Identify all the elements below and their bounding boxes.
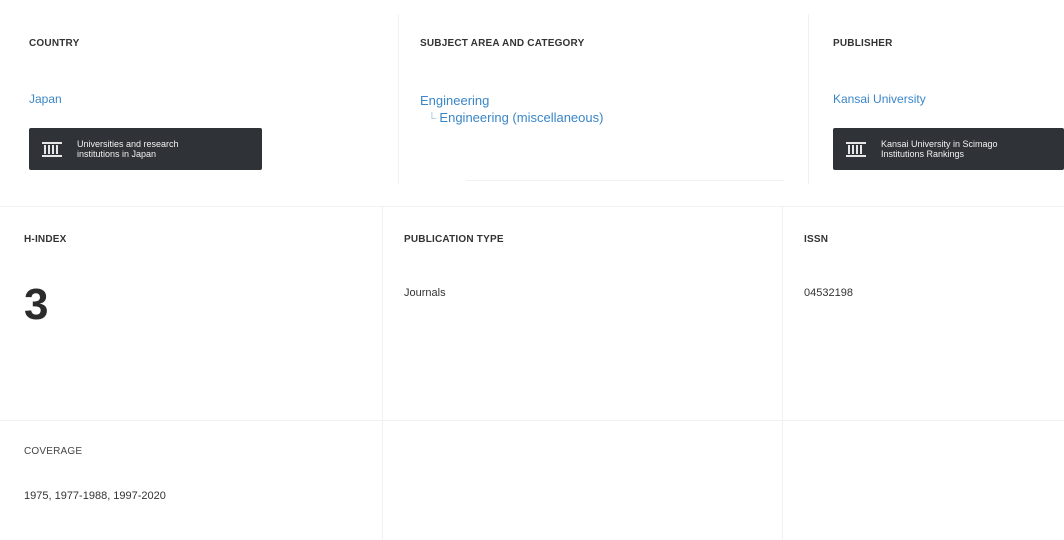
issn-value: 04532198 — [804, 287, 853, 299]
divider — [398, 14, 399, 184]
coverage-heading: COVERAGE — [24, 446, 83, 457]
subject-heading: SUBJECT AREA AND CATEGORY — [420, 38, 585, 49]
issn-section: ISSN 04532198 — [804, 234, 1054, 299]
publication-type-heading: PUBLICATION TYPE — [404, 234, 504, 245]
institution-icon — [846, 142, 866, 157]
journal-info-page: COUNTRY Japan Universities and research … — [0, 0, 1064, 540]
country-link[interactable]: Japan — [29, 92, 62, 106]
issn-heading: ISSN — [804, 234, 829, 245]
divider — [782, 206, 783, 540]
hindex-heading: H-INDEX — [24, 234, 67, 245]
publisher-rankings-label: Kansai University in Scimago Institution… — [881, 139, 998, 159]
publication-type-value: Journals — [404, 287, 446, 299]
hindex-section: H-INDEX 3 — [24, 234, 364, 327]
publication-type-section: PUBLICATION TYPE Journals — [404, 234, 764, 299]
publisher-rankings-button[interactable]: Kansai University in Scimago Institution… — [833, 128, 1064, 170]
divider — [0, 420, 1064, 421]
subject-section: SUBJECT AREA AND CATEGORY Engineering └ … — [420, 38, 780, 128]
country-heading: COUNTRY — [29, 38, 80, 49]
divider — [466, 180, 784, 181]
coverage-value: 1975, 1977-1988, 1997-2020 — [24, 490, 166, 502]
divider — [808, 14, 809, 184]
subject-category-link[interactable]: Engineering (miscellaneous) — [439, 110, 603, 125]
country-section: COUNTRY Japan Universities and research … — [29, 38, 359, 170]
subject-area-link[interactable]: Engineering — [420, 93, 489, 108]
institution-icon — [42, 142, 62, 157]
divider — [382, 206, 383, 540]
divider — [0, 206, 1064, 207]
publisher-link[interactable]: Kansai University — [833, 92, 926, 106]
country-rankings-label: Universities and research institutions i… — [77, 139, 179, 159]
tree-branch-icon: └ — [428, 113, 436, 125]
publisher-section: PUBLISHER Kansai University Kansai Unive… — [833, 38, 1064, 170]
hindex-value: 3 — [24, 280, 49, 329]
country-rankings-button[interactable]: Universities and research institutions i… — [29, 128, 262, 170]
publisher-heading: PUBLISHER — [833, 38, 893, 49]
coverage-section: COVERAGE 1975, 1977-1988, 1997-2020 — [24, 446, 364, 502]
